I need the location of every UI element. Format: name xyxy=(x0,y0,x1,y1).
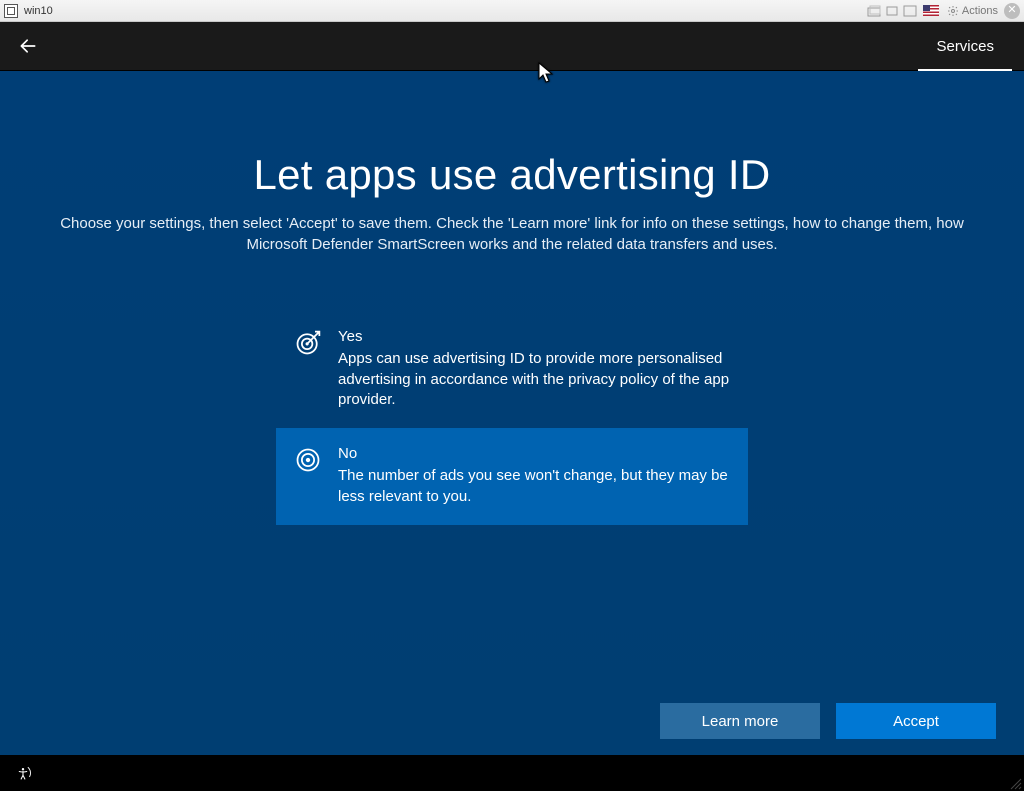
setup-bottombar xyxy=(0,755,1024,791)
window-fullscreen-icon[interactable] xyxy=(903,5,917,17)
footer-buttons: Learn more Accept xyxy=(660,703,996,739)
gear-icon xyxy=(947,5,959,17)
tab-services-label: Services xyxy=(936,38,994,55)
option-no-title: No xyxy=(338,444,730,464)
back-button[interactable] xyxy=(8,26,48,66)
target-arrow-icon xyxy=(294,329,322,357)
learn-more-label: Learn more xyxy=(702,713,779,730)
vm-title: win10 xyxy=(24,5,53,17)
target-icon xyxy=(294,446,322,474)
learn-more-button[interactable]: Learn more xyxy=(660,703,820,739)
page-subtitle: Choose your settings, then select 'Accep… xyxy=(57,213,967,255)
options-group: Yes Apps can use advertising ID to provi… xyxy=(276,311,748,525)
actions-label: Actions xyxy=(962,5,998,17)
vm-titlebar: win10 Actions ✕ xyxy=(0,0,1024,22)
option-yes-desc: Apps can use advertising ID to provide m… xyxy=(338,349,730,410)
tab-services[interactable]: Services xyxy=(918,23,1012,72)
option-no[interactable]: No The number of ads you see won't chang… xyxy=(276,428,748,525)
window-send-key-icon[interactable] xyxy=(867,5,881,17)
setup-topbar: Services xyxy=(0,22,1024,71)
accept-button[interactable]: Accept xyxy=(836,703,996,739)
resize-grip-icon[interactable] xyxy=(1010,777,1022,789)
monitor-icon xyxy=(4,4,18,18)
option-yes[interactable]: Yes Apps can use advertising ID to provi… xyxy=(276,311,748,428)
guest-screen: Services Let apps use advertising ID Cho… xyxy=(0,22,1024,791)
option-no-desc: The number of ads you see won't change, … xyxy=(338,466,730,507)
close-icon[interactable]: ✕ xyxy=(1004,3,1020,19)
ease-of-access-icon[interactable] xyxy=(14,764,32,782)
accept-label: Accept xyxy=(893,713,939,730)
actions-menu[interactable]: Actions xyxy=(947,5,998,17)
option-yes-title: Yes xyxy=(338,327,730,347)
page-heading: Let apps use advertising ID xyxy=(50,151,974,199)
setup-main-pane: Let apps use advertising ID Choose your … xyxy=(0,71,1024,755)
window-shrink-icon[interactable] xyxy=(885,5,899,17)
arrow-left-icon xyxy=(18,36,38,56)
keyboard-layout-flag-us-icon[interactable] xyxy=(923,5,939,16)
